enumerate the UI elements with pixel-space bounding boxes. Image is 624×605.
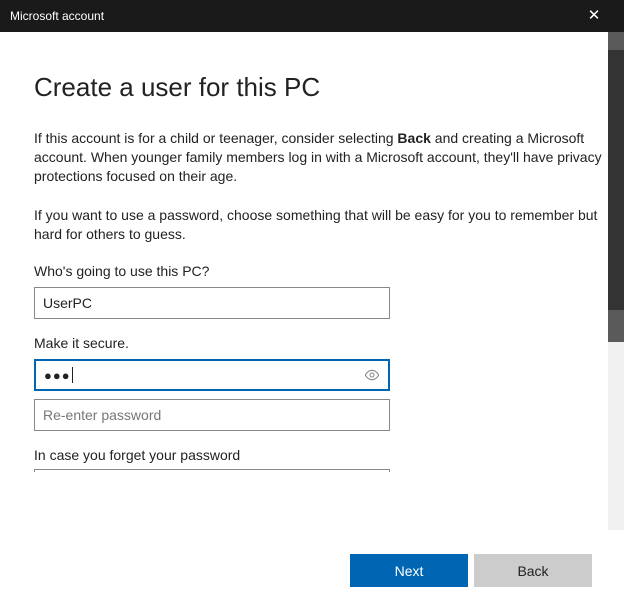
reenter-placeholder: Re-enter password	[43, 407, 161, 423]
scrollbar-thumb[interactable]	[608, 50, 624, 310]
content-wrapper: Create a user for this PC If this accoun…	[0, 32, 624, 530]
button-bar: Next Back	[350, 554, 592, 587]
password-masked: ●●●	[44, 368, 71, 383]
page-title: Create a user for this PC	[34, 72, 608, 103]
content: Create a user for this PC If this accoun…	[0, 32, 608, 530]
text-caret	[72, 367, 73, 383]
password-section-label: Make it secure.	[34, 335, 608, 351]
back-button[interactable]: Back	[474, 554, 592, 587]
para1-bold: Back	[397, 130, 430, 146]
intro-paragraph-1: If this account is for a child or teenag…	[34, 129, 608, 186]
forgot-password-label: In case you forget your password	[34, 447, 608, 463]
username-field[interactable]: UserPC	[34, 287, 390, 319]
username-label: Who's going to use this PC?	[34, 263, 608, 279]
intro-paragraph-2: If you want to use a password, choose so…	[34, 206, 608, 244]
close-icon[interactable]: ✕	[574, 0, 614, 32]
next-button[interactable]: Next	[350, 554, 468, 587]
para1-pre: If this account is for a child or teenag…	[34, 130, 397, 146]
reveal-password-icon[interactable]	[364, 367, 380, 383]
password-field[interactable]: ●●●	[34, 359, 390, 391]
titlebar: Microsoft account ✕	[0, 0, 624, 32]
security-question-field-cutoff[interactable]	[34, 469, 390, 472]
reenter-password-field[interactable]: Re-enter password	[34, 399, 390, 431]
vertical-scrollbar[interactable]	[608, 32, 624, 530]
window-title: Microsoft account	[10, 9, 574, 23]
username-value: UserPC	[43, 295, 92, 311]
